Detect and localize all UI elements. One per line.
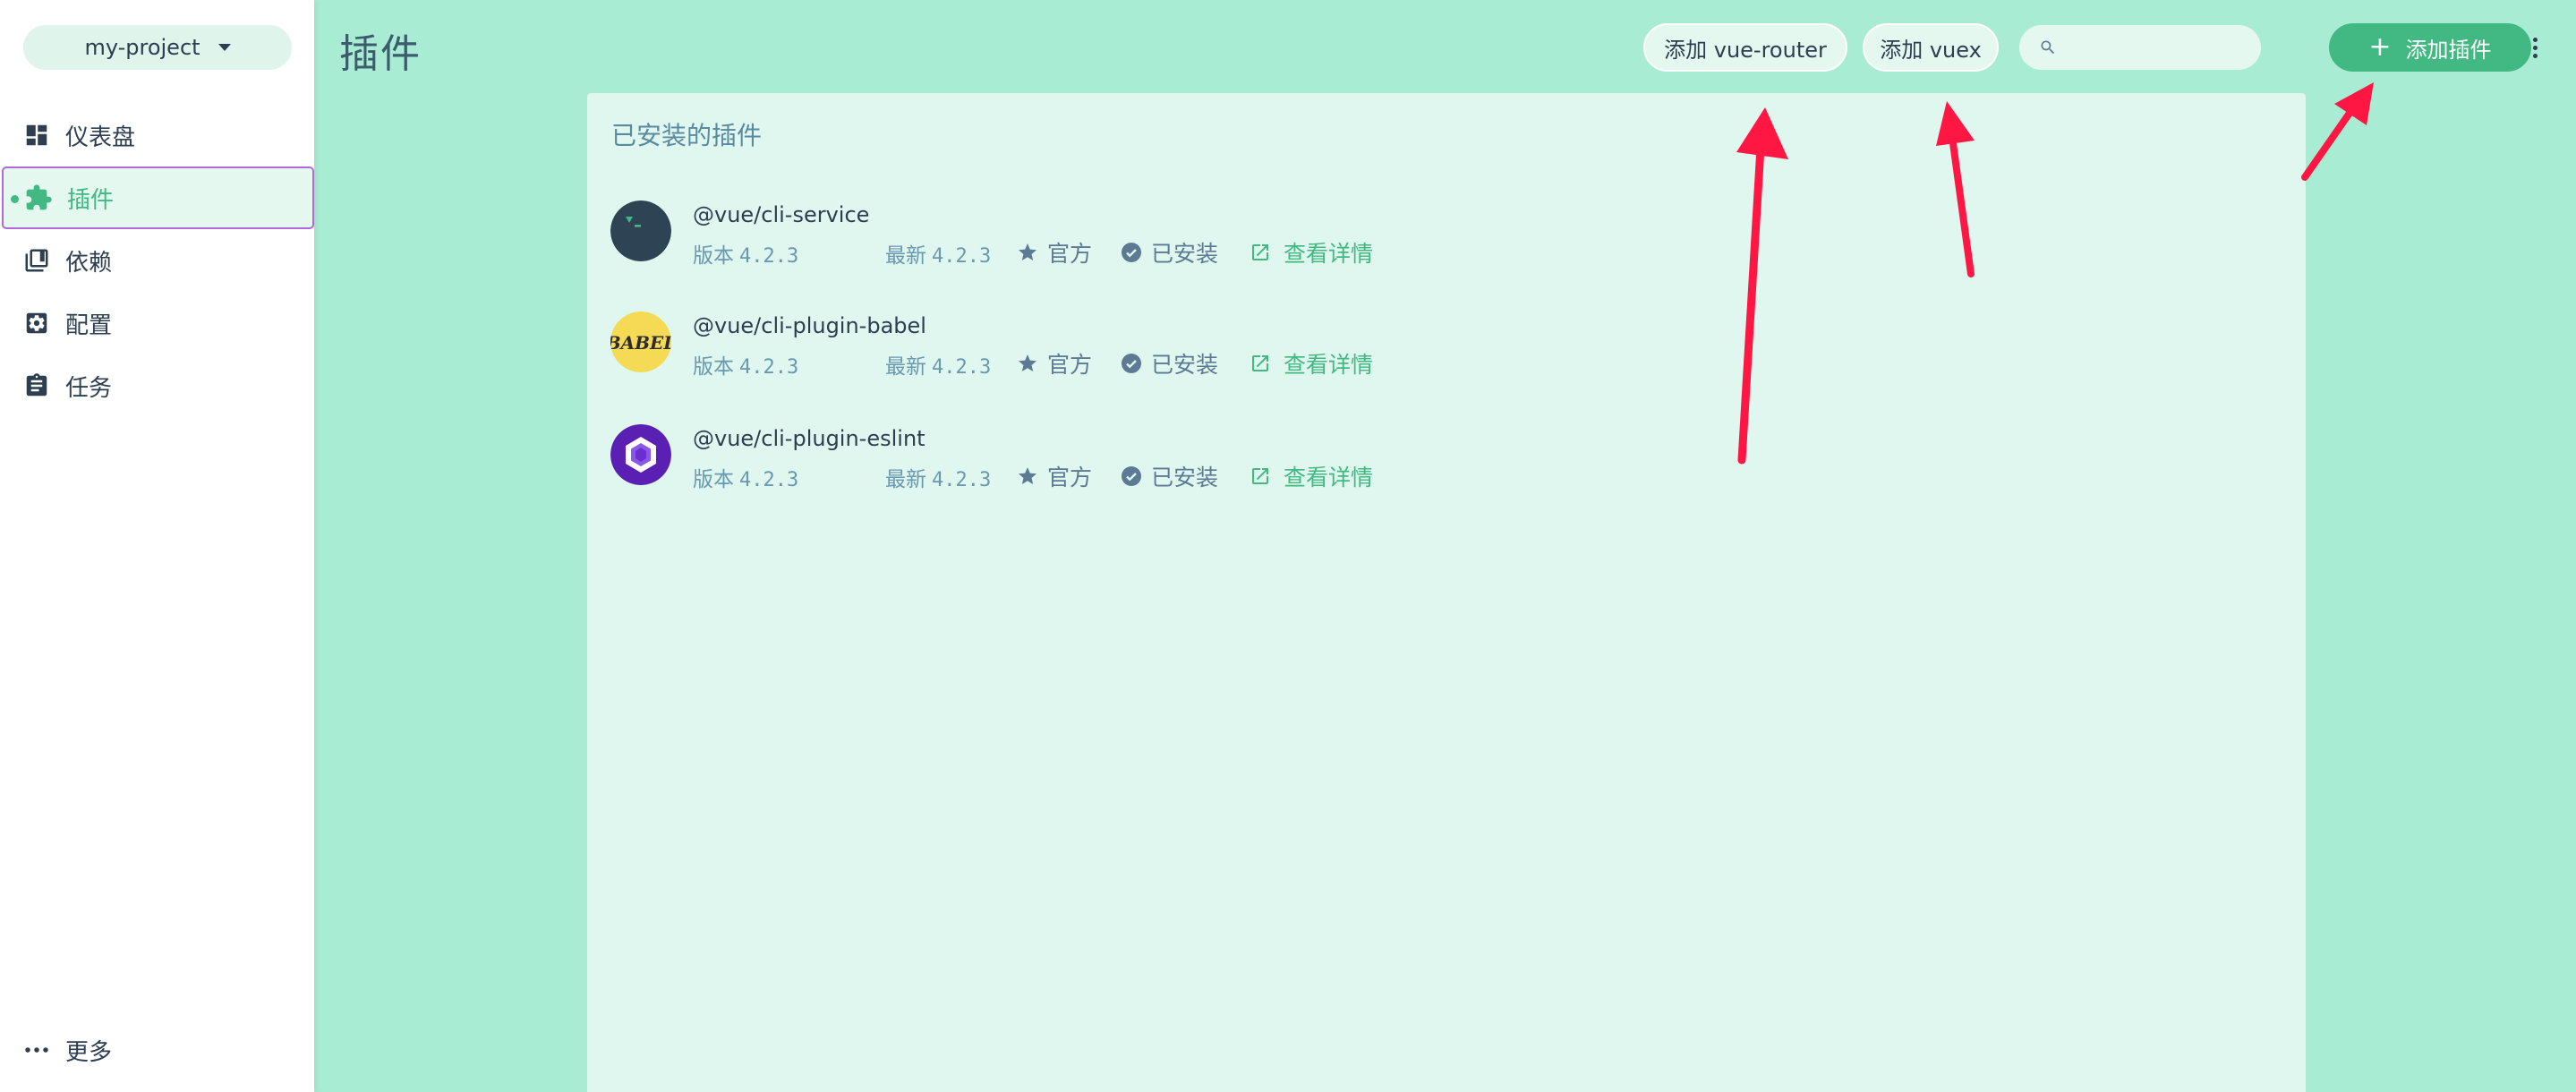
caret-down-icon — [218, 44, 231, 51]
sidebar-item-configuration[interactable]: 配置 — [0, 292, 314, 354]
plugin-latest: 最新 4.2.3 — [885, 468, 992, 491]
eslint-logo — [610, 424, 671, 485]
sidebar-more-label: 更多 — [65, 1038, 113, 1066]
installed-badge: 已安装 — [1121, 236, 1218, 269]
plugin-item: @vue/cli-plugin-eslint 版本 4.2.3 最新 4.2.3 官… — [587, 424, 1661, 514]
star-icon — [1019, 467, 1036, 484]
sidebar-item-label: 依赖 — [65, 249, 113, 277]
search-box — [2019, 25, 2261, 70]
installed-badge: 已安装 — [1121, 347, 1218, 380]
add-vuex-label: 添加 vuex — [1880, 37, 1982, 63]
open-in-new-icon — [1252, 355, 1268, 371]
sidebar-item-label: 仪表盘 — [65, 124, 136, 151]
plugin-name: @vue/cli-service — [693, 202, 870, 227]
babel-logo: BABEL — [610, 311, 671, 372]
sidebar: my-project 仪表盘 插件 依赖 配置 任务 更多 — [0, 0, 314, 1092]
open-in-new-icon — [1252, 468, 1268, 484]
installed-badge: 已安装 — [1121, 460, 1218, 492]
page-title: 插件 — [339, 31, 422, 77]
add-vuex-button[interactable]: 添加 vuex — [1863, 23, 1999, 72]
add-plugin-label: 添加插件 — [2405, 37, 2492, 63]
active-indicator — [11, 195, 19, 203]
more-vert-icon[interactable] — [2521, 32, 2548, 63]
more-horiz-icon — [21, 1035, 52, 1065]
dashboard-icon — [21, 120, 52, 150]
sidebar-item-label: 插件 — [67, 186, 115, 214]
check-circle-icon — [1122, 243, 1141, 262]
check-circle-icon — [1122, 354, 1141, 373]
official-badge: 官方 — [1017, 347, 1092, 380]
view-details-link[interactable]: 查看详情 — [1250, 236, 1373, 269]
plugin-name: @vue/cli-plugin-babel — [693, 313, 926, 338]
settings-icon — [21, 308, 52, 338]
plugin-item: BABEL @vue/cli-plugin-babel 版本4.2.3 最新4.… — [587, 311, 1661, 401]
search-icon — [2039, 38, 2057, 60]
star-icon — [1019, 243, 1036, 260]
plus-icon: + — [2368, 31, 2392, 63]
add-vue-router-label: 添加 vue-router — [1664, 37, 1827, 63]
sidebar-more[interactable]: 更多 — [0, 1019, 314, 1081]
panel-title: 已安装的插件 — [611, 121, 763, 150]
sidebar-item-plugins[interactable]: 插件 — [2, 166, 314, 229]
installed-plugins-panel: 已安装的插件 @vue/cli-service 版本 4.2.3 最新 4.2.3 … — [587, 93, 2306, 1092]
open-in-new-icon — [1252, 244, 1268, 260]
plugin-latest: 最新 4.2.3 — [885, 244, 992, 268]
search-input[interactable] — [2064, 32, 2243, 63]
clipboard-icon — [21, 371, 52, 401]
puzzle-icon — [23, 183, 54, 213]
sidebar-item-label: 配置 — [65, 311, 113, 339]
sidebar-item-dependencies[interactable]: 依赖 — [0, 229, 314, 292]
plugin-latest: 最新 4.2.3 — [885, 355, 992, 379]
main-content: 插件 添加 vue-router 添加 vuex + 添加插件 已安装的插件 @… — [314, 0, 2576, 1092]
plugin-version: 版本 4.2.3 — [693, 468, 799, 491]
vue-cli-logo — [610, 200, 671, 261]
add-plugin-button[interactable]: + 添加插件 — [2329, 23, 2531, 72]
sidebar-item-dashboard[interactable]: 仪表盘 — [0, 104, 314, 166]
project-selector[interactable]: my-project — [23, 25, 292, 70]
project-name: my-project — [84, 35, 200, 60]
plugin-version: 版本 4.2.3 — [693, 355, 799, 379]
plugin-version: 版本 4.2.3 — [693, 244, 799, 268]
view-details-link[interactable]: 查看详情 — [1250, 460, 1373, 492]
library-icon — [21, 245, 52, 276]
check-circle-icon — [1122, 466, 1141, 486]
star-icon — [1019, 354, 1036, 371]
official-badge: 官方 — [1017, 460, 1092, 492]
add-vue-router-button[interactable]: 添加 vue-router — [1643, 23, 1847, 72]
svg-text:BABEL: BABEL — [610, 332, 671, 354]
sidebar-item-label: 任务 — [65, 374, 113, 402]
official-badge: 官方 — [1017, 236, 1092, 269]
plugin-item: @vue/cli-service 版本 4.2.3 最新 4.2.3 官方 已安装 … — [587, 200, 1661, 290]
plugin-name: @vue/cli-plugin-eslint — [693, 426, 925, 451]
view-details-link[interactable]: 查看详情 — [1250, 347, 1373, 380]
sidebar-item-tasks[interactable]: 任务 — [0, 354, 314, 417]
